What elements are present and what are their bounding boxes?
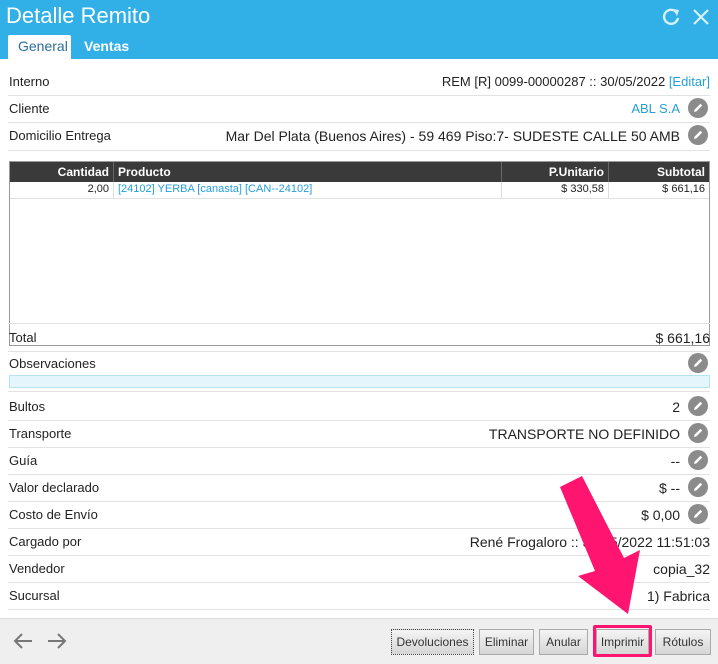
domicilio-label: Domicilio Entrega: [9, 128, 111, 143]
devoluciones-button[interactable]: Devoluciones: [391, 629, 474, 655]
cliente-value[interactable]: ABL S.A: [631, 101, 680, 116]
cargado-por-row: Cargado por René Frogaloro :: 30/05/2022…: [8, 528, 710, 556]
pencil-icon[interactable]: [688, 353, 708, 373]
vendedor-label: Vendedor: [9, 561, 65, 576]
valor-declarado-value: $ --: [659, 480, 680, 496]
pencil-icon[interactable]: [688, 98, 708, 118]
tab-ventas[interactable]: Ventas: [74, 35, 139, 59]
total-value: $ 661,16: [655, 330, 711, 346]
eliminar-button[interactable]: Eliminar: [479, 629, 534, 655]
vendedor-value: copia_32: [653, 561, 710, 577]
interno-value: REM [R] 0099-00000287 :: 30/05/2022: [441, 74, 666, 89]
cell-punitario: $ 330,58: [502, 182, 609, 198]
costo-envio-row: Costo de Envío $ 0,00: [8, 501, 710, 529]
valor-declarado-label: Valor declarado: [9, 480, 100, 495]
sucursal-label: Sucursal: [9, 588, 60, 603]
bultos-row: Bultos 2: [8, 393, 710, 421]
imprimir-highlight: [593, 625, 652, 657]
tab-general[interactable]: General: [8, 35, 71, 59]
col-subtotal[interactable]: Subtotal: [609, 162, 709, 182]
guia-row: Guía --: [8, 447, 710, 475]
pencil-icon[interactable]: [688, 504, 708, 524]
guia-label: Guía: [9, 453, 38, 468]
total-label: Total: [9, 330, 37, 345]
cell-cantidad: 2,00: [10, 182, 114, 198]
total-row: Total $ 661,16: [8, 323, 710, 352]
table-row[interactable]: 2,00 [24102] YERBA [canasta] [CAN--24102…: [10, 182, 709, 199]
col-punitario[interactable]: P.Unitario: [502, 162, 609, 182]
pencil-icon[interactable]: [688, 477, 708, 497]
rotulos-button[interactable]: Rótulos: [655, 629, 711, 655]
col-cantidad[interactable]: Cantidad: [10, 162, 114, 182]
sucursal-value: 1) Fabrica: [646, 588, 710, 604]
transporte-value: TRANSPORTE NO DEFINIDO: [488, 426, 680, 442]
interno-label: Interno: [9, 74, 50, 89]
items-grid: Cantidad Producto P.Unitario Subtotal 2,…: [9, 161, 710, 346]
cell-subtotal: $ 661,16: [662, 183, 705, 195]
cargado-por-label: Cargado por: [9, 534, 82, 549]
grid-header: Cantidad Producto P.Unitario Subtotal: [10, 162, 709, 182]
transporte-label: Transporte: [9, 426, 72, 441]
pencil-icon[interactable]: [688, 396, 708, 416]
sucursal-row: Sucursal 1) Fabrica: [8, 582, 710, 610]
col-producto[interactable]: Producto: [114, 162, 502, 182]
pencil-icon[interactable]: [688, 423, 708, 443]
cargado-por-value: René Frogaloro :: 30/05/2022 11:51:03: [469, 534, 710, 550]
costo-envio-value: $ 0,00: [641, 507, 680, 523]
cliente-label: Cliente: [9, 101, 50, 116]
anular-button[interactable]: Anular: [539, 629, 588, 655]
cliente-row: Cliente ABL S.A: [8, 95, 710, 123]
interno-row: Interno REM [R] 0099-00000287 :: 30/05/2…: [8, 67, 710, 96]
vendedor-row: Vendedor copia_32: [8, 555, 710, 583]
pencil-icon[interactable]: [688, 125, 708, 145]
window-header: Detalle Remito General Ventas: [0, 0, 718, 59]
transporte-row: Transporte TRANSPORTE NO DEFINIDO: [8, 420, 710, 448]
valor-declarado-row: Valor declarado $ --: [8, 474, 710, 502]
close-icon[interactable]: [690, 6, 712, 28]
domicilio-row: Domicilio Entrega Mar Del Plata (Buenos …: [8, 122, 710, 151]
arrow-right-icon[interactable]: [46, 631, 68, 654]
guia-value: --: [670, 453, 680, 469]
observaciones-field[interactable]: [9, 375, 710, 388]
editar-link[interactable]: [Editar]: [669, 74, 710, 89]
observaciones-label: Observaciones: [9, 356, 96, 371]
window-title: Detalle Remito: [6, 3, 151, 28]
bultos-value: 2: [672, 399, 680, 415]
pencil-icon[interactable]: [688, 450, 708, 470]
costo-envio-label: Costo de Envío: [9, 507, 98, 522]
refresh-icon[interactable]: [660, 6, 682, 28]
domicilio-value: Mar Del Plata (Buenos Aires) - 59 469 Pi…: [225, 128, 680, 144]
arrow-left-icon[interactable]: [12, 631, 34, 654]
cell-producto[interactable]: [24102] YERBA [canasta] [CAN--24102]: [114, 182, 502, 198]
bultos-label: Bultos: [9, 399, 46, 414]
